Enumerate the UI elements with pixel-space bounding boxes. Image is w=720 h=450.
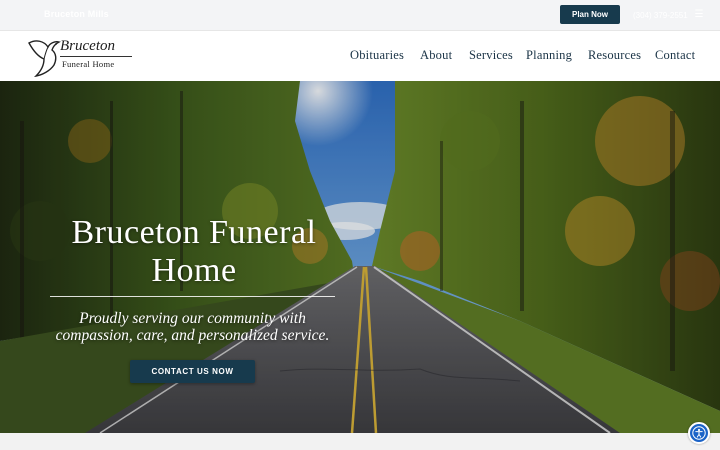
location-link[interactable]: Bruceton Mills xyxy=(44,9,109,19)
menu-icon[interactable]: ☰ xyxy=(693,9,705,21)
nav-about[interactable]: About xyxy=(420,48,452,63)
nav-services[interactable]: Services xyxy=(469,48,513,63)
hero-title: Bruceton Funeral Home xyxy=(71,214,317,289)
nav-planning[interactable]: Planning xyxy=(526,48,572,63)
plan-now-button[interactable]: Plan Now xyxy=(560,5,620,24)
hero-section: Bruceton Funeral Home Proudly serving ou… xyxy=(0,81,720,433)
accessibility-icon xyxy=(692,426,706,440)
site-header: Bruceton Funeral Home Obituaries About S… xyxy=(0,30,720,81)
nav-obituaries[interactable]: Obituaries xyxy=(350,48,404,63)
phone-link[interactable]: (304) 379-2551 xyxy=(633,11,688,20)
main-nav: Obituaries About Services Planning Resou… xyxy=(0,48,720,66)
section-divider xyxy=(0,433,720,450)
nav-resources[interactable]: Resources xyxy=(588,48,641,63)
utility-bar: Bruceton Mills Plan Now (304) 379-2551 ☰ xyxy=(0,0,720,30)
hero-subtitle: Proudly serving our community with compa… xyxy=(55,310,330,344)
contact-us-button[interactable]: CONTACT US NOW xyxy=(130,360,255,383)
accessibility-button[interactable] xyxy=(688,422,710,444)
hero-divider xyxy=(50,296,335,297)
nav-contact[interactable]: Contact xyxy=(655,48,695,63)
